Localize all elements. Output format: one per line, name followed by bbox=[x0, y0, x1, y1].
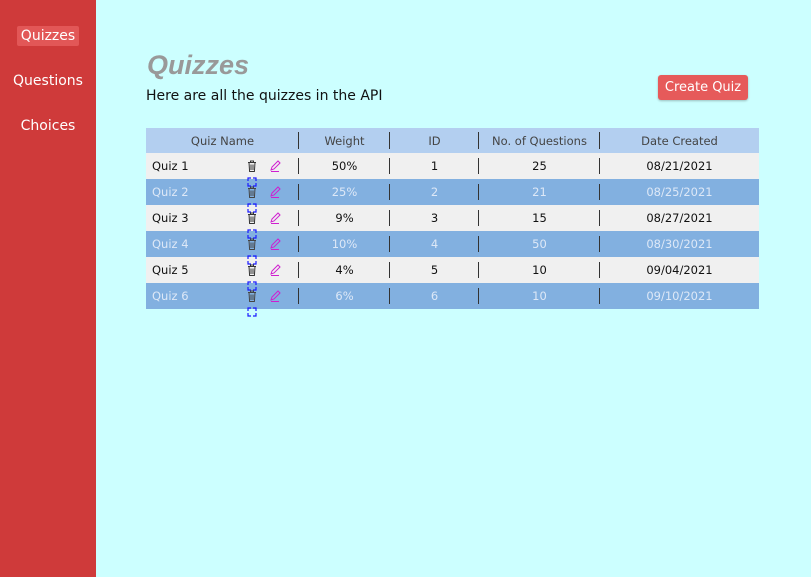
table-row: Quiz 1 50% 1 25 08/21/2021 bbox=[146, 153, 759, 187]
table-row: Quiz 3 9% 3 15 08/27/2021 bbox=[146, 205, 759, 239]
quiz-name-cell: Quiz 2 bbox=[146, 179, 299, 213]
quiz-name: Quiz 6 bbox=[152, 289, 189, 303]
trash-icon[interactable] bbox=[244, 236, 260, 252]
pencil-icon[interactable] bbox=[267, 210, 283, 226]
table-header-row: Quiz Name Weight ID No. of Questions Dat… bbox=[146, 128, 759, 153]
table-row: Quiz 6 6% 6 10 09/10/2021 bbox=[146, 283, 759, 317]
column-header-date-created: Date Created bbox=[641, 133, 718, 148]
date-cell: 08/30/2021 bbox=[646, 237, 713, 251]
weight-cell: 4% bbox=[299, 257, 390, 283]
column-header-id: ID bbox=[390, 128, 479, 153]
column-header-questions: No. of Questions bbox=[479, 128, 600, 153]
quiz-name: Quiz 4 bbox=[152, 237, 189, 251]
sidebar-item-label: Choices bbox=[20, 118, 76, 134]
weight-cell: 6% bbox=[299, 283, 390, 309]
sidebar-item-label: Questions bbox=[13, 73, 83, 89]
date-cell: 08/27/2021 bbox=[646, 211, 713, 225]
weight-cell: 50% bbox=[299, 153, 390, 179]
column-header-weight: Weight bbox=[299, 128, 390, 153]
page-subtitle: Here are all the quizzes in the API bbox=[146, 88, 383, 104]
sidebar: Quizzes Questions Choices bbox=[0, 0, 96, 577]
sidebar-item-questions[interactable]: Questions bbox=[0, 73, 96, 89]
date-cell: 09/10/2021 bbox=[646, 289, 713, 303]
date-cell: 09/04/2021 bbox=[646, 263, 713, 277]
quiz-name-cell: Quiz 4 bbox=[146, 231, 299, 265]
quizzes-table: Quiz Name Weight ID No. of Questions Dat… bbox=[146, 128, 759, 317]
quiz-name: Quiz 1 bbox=[152, 159, 189, 173]
sidebar-item-quizzes[interactable]: Quizzes bbox=[0, 26, 96, 46]
questions-cell: 25 bbox=[479, 153, 600, 179]
trash-icon[interactable] bbox=[244, 262, 260, 278]
id-cell: 5 bbox=[390, 257, 479, 283]
column-header-quiz-name: Quiz Name bbox=[146, 128, 299, 153]
pencil-icon[interactable] bbox=[267, 236, 283, 252]
date-cell: 08/21/2021 bbox=[646, 159, 713, 173]
weight-cell: 9% bbox=[299, 205, 390, 231]
pencil-icon[interactable] bbox=[267, 262, 283, 278]
quiz-name-cell: Quiz 1 bbox=[146, 153, 299, 187]
questions-cell: 10 bbox=[479, 283, 600, 309]
questions-cell: 50 bbox=[479, 231, 600, 257]
trash-icon[interactable] bbox=[244, 158, 260, 174]
pencil-icon[interactable] bbox=[267, 184, 283, 200]
questions-cell: 21 bbox=[479, 179, 600, 205]
page-title: Quizzes bbox=[147, 50, 250, 80]
id-cell: 4 bbox=[390, 231, 479, 257]
trash-icon[interactable] bbox=[244, 210, 260, 226]
id-cell: 6 bbox=[390, 283, 479, 309]
quiz-name-cell: Quiz 3 bbox=[146, 205, 299, 239]
questions-cell: 15 bbox=[479, 205, 600, 231]
quiz-name-cell: Quiz 6 bbox=[146, 283, 299, 317]
trash-icon[interactable] bbox=[244, 288, 260, 304]
create-quiz-button[interactable]: Create Quiz bbox=[658, 75, 748, 100]
table-row: Quiz 2 25% 2 21 08/25/2021 bbox=[146, 179, 759, 213]
pencil-icon[interactable] bbox=[267, 288, 283, 304]
id-cell: 3 bbox=[390, 205, 479, 231]
table-row: Quiz 4 10% 4 50 08/30/2021 bbox=[146, 231, 759, 265]
sidebar-item-choices[interactable]: Choices bbox=[0, 118, 96, 134]
sidebar-item-label: Quizzes bbox=[16, 26, 80, 46]
trash-icon[interactable] bbox=[244, 184, 260, 200]
id-cell: 1 bbox=[390, 153, 479, 179]
table-row: Quiz 5 4% 5 10 09/04/2021 bbox=[146, 257, 759, 291]
quiz-name: Quiz 3 bbox=[152, 211, 189, 225]
quiz-name: Quiz 5 bbox=[152, 263, 189, 277]
quiz-name-cell: Quiz 5 bbox=[146, 257, 299, 291]
id-cell: 2 bbox=[390, 179, 479, 205]
pencil-icon[interactable] bbox=[267, 158, 283, 174]
date-cell: 08/25/2021 bbox=[646, 185, 713, 199]
weight-cell: 10% bbox=[299, 231, 390, 257]
quiz-name: Quiz 2 bbox=[152, 185, 189, 199]
expand-icon[interactable] bbox=[244, 304, 260, 320]
questions-cell: 10 bbox=[479, 257, 600, 283]
weight-cell: 25% bbox=[299, 179, 390, 205]
